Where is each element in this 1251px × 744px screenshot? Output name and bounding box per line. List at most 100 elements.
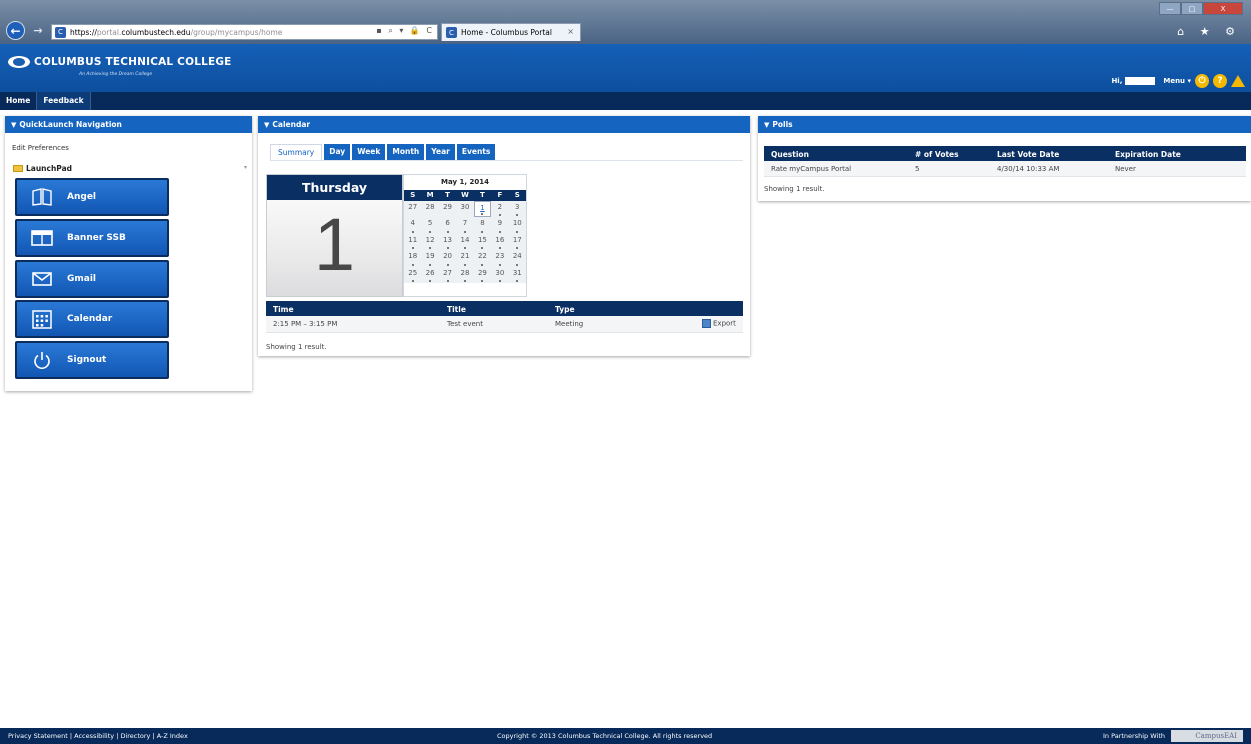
url-text: https://portal.columbustech.edu/group/my… — [70, 27, 283, 37]
event-dot — [446, 279, 449, 282]
nav-feedback[interactable]: Feedback — [37, 92, 91, 110]
tab-month[interactable]: Month — [387, 144, 425, 160]
calendar-day[interactable]: 18 — [404, 250, 421, 266]
calendar-day[interactable]: 12 — [421, 234, 438, 250]
back-button[interactable]: ← — [6, 21, 25, 40]
site-favicon: C — [55, 26, 66, 38]
forward-button[interactable]: → — [30, 22, 46, 38]
launch-button-signout[interactable]: Signout — [15, 341, 169, 379]
column-header-question[interactable]: Question — [771, 150, 809, 159]
table-row[interactable]: 2:15 PM – 3:15 PM Test event Meeting Exp… — [266, 316, 743, 333]
calendar-day[interactable]: 9 — [491, 217, 508, 233]
quicklaunch-header[interactable]: ▼ QuickLaunch Navigation — [5, 116, 252, 133]
browser-toolbar-icons[interactable]: ⌂ ★ ⚙ — [1177, 25, 1241, 38]
calendar-day[interactable]: 7 — [456, 217, 473, 233]
column-header-title[interactable]: Title — [447, 305, 466, 314]
launch-button-angel[interactable]: Angel — [15, 178, 169, 216]
event-dot — [498, 263, 501, 266]
column-header-last-vote[interactable]: Last Vote Date — [997, 150, 1059, 159]
calendar-day[interactable]: 8 — [474, 217, 491, 233]
power-icon — [27, 350, 57, 370]
college-logo[interactable]: COLUMBUS TECHNICAL COLLEGE — [8, 56, 232, 68]
maximize-button[interactable]: □ — [1181, 2, 1203, 15]
event-dot — [446, 263, 449, 266]
calendar-day[interactable]: 6 — [439, 217, 456, 233]
partner-logo[interactable]: CampusEAI — [1171, 730, 1243, 742]
polls-panel: ▼ Polls Question # of Votes Last Vote Da… — [758, 116, 1251, 201]
event-dot — [481, 279, 484, 282]
tab-week[interactable]: Week — [352, 144, 386, 160]
calendar-day[interactable]: 27 — [404, 201, 421, 217]
calendar-day[interactable]: 28 — [421, 201, 438, 217]
alert-icon[interactable] — [1231, 75, 1245, 87]
export-button[interactable]: Export — [702, 319, 736, 328]
calendar-header[interactable]: ▼ Calendar — [258, 116, 750, 133]
launch-button-gmail[interactable]: Gmail — [15, 260, 169, 298]
event-dot — [446, 230, 449, 233]
launchpad-folder[interactable]: LaunchPad ▾ — [13, 164, 247, 173]
calendar-day[interactable]: 4 — [404, 217, 421, 233]
collapse-triangle-icon[interactable]: ▼ — [264, 121, 269, 129]
polls-header[interactable]: ▼ Polls — [758, 116, 1251, 133]
calendar-day[interactable]: 28 — [456, 267, 473, 283]
calendar-day[interactable]: 11 — [404, 234, 421, 250]
calendar-day[interactable]: 24 — [509, 250, 526, 266]
calendar-day[interactable]: 15 — [474, 234, 491, 250]
collapse-triangle-icon[interactable]: ▼ — [11, 121, 16, 129]
column-header-votes[interactable]: # of Votes — [915, 150, 959, 159]
tab-day[interactable]: Day — [324, 144, 351, 160]
window-controls: — □ X — [1159, 2, 1243, 15]
calendar-day[interactable]: 27 — [439, 267, 456, 283]
footer-links[interactable]: Privacy Statement | Accessibility | Dire… — [8, 732, 188, 740]
calendar-day[interactable]: 22 — [474, 250, 491, 266]
tab-year[interactable]: Year — [426, 144, 455, 160]
calendar-day[interactable]: 30 — [456, 201, 473, 217]
tab-events[interactable]: Events — [456, 144, 496, 160]
tab-close-icon[interactable]: × — [567, 27, 574, 36]
address-bar[interactable]: C https://portal.columbustech.edu/group/… — [51, 24, 438, 40]
menu-button[interactable]: Menu ▾ — [1163, 77, 1191, 85]
close-window-button[interactable]: X — [1203, 2, 1243, 15]
column-header-type[interactable]: Type — [555, 305, 575, 314]
help-icon[interactable]: ? — [1213, 74, 1227, 88]
calendar-day[interactable]: 23 — [491, 250, 508, 266]
top-nav: Home Feedback — [0, 92, 1251, 110]
table-row[interactable]: Rate myCampus Portal 5 4/30/14 10:33 AM … — [764, 161, 1246, 177]
minimize-button[interactable]: — — [1159, 2, 1181, 15]
poll-question[interactable]: Rate myCampus Portal — [771, 165, 851, 173]
calendar-day[interactable]: 30 — [491, 267, 508, 283]
calendar-day[interactable]: 3 — [509, 201, 526, 217]
calendar-day[interactable]: 13 — [439, 234, 456, 250]
calendar-day[interactable]: 2 — [491, 201, 508, 217]
calendar-day[interactable]: 21 — [456, 250, 473, 266]
weekday-label: S — [410, 191, 416, 199]
chevron-down-icon[interactable]: ▾ — [244, 164, 247, 171]
calendar-day[interactable]: 5 — [421, 217, 438, 233]
column-header-expiration[interactable]: Expiration Date — [1115, 150, 1181, 159]
event-time: 2:15 PM – 3:15 PM — [273, 320, 338, 328]
calendar-day[interactable]: 31 — [509, 267, 526, 283]
calendar-day[interactable]: 26 — [421, 267, 438, 283]
browser-tab-active[interactable]: C Home - Columbus Portal × — [441, 23, 581, 41]
calendar-day[interactable]: 29 — [439, 201, 456, 217]
calendar-day[interactable]: 25 — [404, 267, 421, 283]
address-tools-icons[interactable]: ▪ ⌕ ▾ 🔒 C — [376, 26, 434, 36]
calendar-day[interactable]: 16 — [491, 234, 508, 250]
edit-preferences-link[interactable]: Edit Preferences — [12, 144, 69, 152]
calendar-day[interactable]: 10 — [509, 217, 526, 233]
nav-home[interactable]: Home — [0, 92, 38, 110]
event-title[interactable]: Test event — [447, 320, 483, 328]
launch-button-calendar[interactable]: Calendar — [15, 300, 169, 338]
tab-summary[interactable]: Summary — [270, 144, 323, 160]
calendar-day[interactable]: 14 — [456, 234, 473, 250]
calendar-day[interactable]: 19 — [421, 250, 438, 266]
column-header-time[interactable]: Time — [273, 305, 294, 314]
calendar-day[interactable]: 1 — [473, 201, 492, 218]
calendar-day[interactable]: 17 — [509, 234, 526, 250]
collapse-triangle-icon[interactable]: ▼ — [764, 121, 769, 129]
calendar-icon — [27, 309, 57, 329]
calendar-day[interactable]: 29 — [474, 267, 491, 283]
launch-button-banner-ssb[interactable]: Banner SSB — [15, 219, 169, 257]
calendar-day[interactable]: 20 — [439, 250, 456, 266]
power-icon[interactable]: ⏻ — [1195, 74, 1209, 88]
